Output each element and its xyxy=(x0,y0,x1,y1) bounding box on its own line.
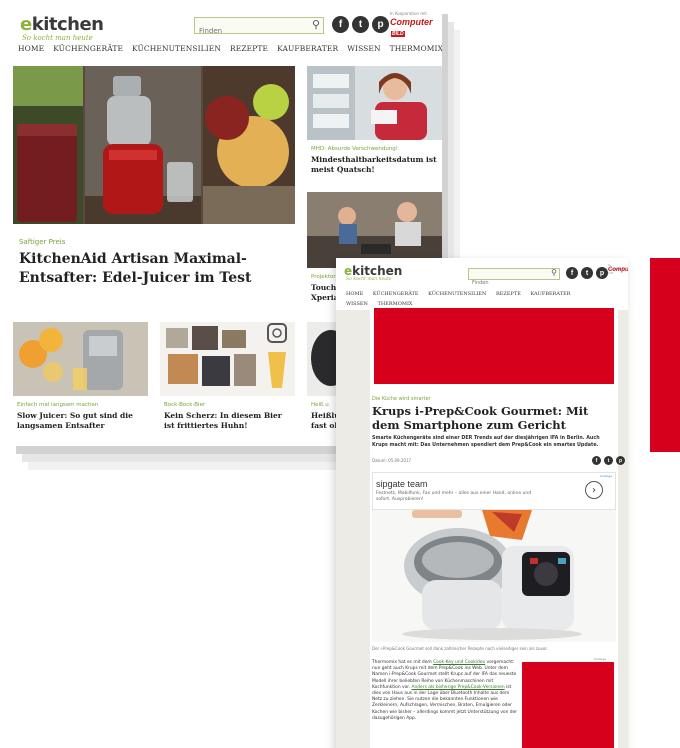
main-nav: HOME KÜCHENGERÄTE KÜCHENUTENSILIEN REZEP… xyxy=(18,44,442,53)
site-tagline: So kocht man heute xyxy=(22,34,93,42)
nav-item-thermomix[interactable]: THERMOMIX xyxy=(390,44,442,53)
article-image xyxy=(372,510,616,642)
hero-title[interactable]: KitchenAid Artisan Maximal-Entsafter: Ed… xyxy=(19,250,289,288)
nav-item-home[interactable]: HOME xyxy=(18,44,44,53)
bottom-card-title[interactable]: Kein Scherz: In diesem Bier ist frittier… xyxy=(164,411,292,431)
nav-item-kaufberater[interactable]: KAUFBERATER xyxy=(531,291,571,297)
side-card-kicker: Projektor xyxy=(311,274,336,280)
sipgate-ad[interactable]: Anzeige sipgate team Festnetz, Mobilfunk… xyxy=(372,472,616,510)
hero-card[interactable]: Saftiger Preis KitchenAid Artisan Maxima… xyxy=(13,66,295,316)
bottom-card-slow-juicer[interactable]: Einfach mal langsam machen Slow Juicer: … xyxy=(13,322,148,440)
nav-item-rezepte[interactable]: REZEPTE xyxy=(496,291,521,297)
side-card-image xyxy=(307,192,442,268)
article-title: Krups i-Prep&Cook Gourmet: Mit dem Smart… xyxy=(372,404,589,432)
redacted-ad xyxy=(522,662,614,748)
pinterest-icon[interactable]: p xyxy=(372,16,389,33)
site-logo[interactable]: ekitchen xyxy=(344,264,402,278)
side-card-mhd[interactable]: MHD: Absurde Verschwendung! Mindesthaltb… xyxy=(307,66,442,180)
article-kicker: Die Küche wird smarter xyxy=(372,396,431,402)
bottom-card-kicker: Einfach mal langsam machen xyxy=(17,402,99,408)
nav-item-wissen[interactable]: WISSEN xyxy=(346,301,368,307)
facebook-icon[interactable]: f xyxy=(332,16,349,33)
redacted-banner xyxy=(374,308,614,384)
image-caption: Der i-Prep&Cook Gourmet soll dank zahlre… xyxy=(372,646,548,651)
body-link-prepcook[interactable]: Anders als bisherige Prep&Cook-Versionen xyxy=(411,685,504,690)
side-card-image xyxy=(307,66,442,140)
ad-badge: Anzeige xyxy=(600,474,612,478)
prep-cook-photo xyxy=(372,510,616,642)
nav-item-kaufberater[interactable]: KAUFBERATER xyxy=(277,44,338,53)
nav-item-home[interactable]: HOME xyxy=(346,291,363,297)
ad-title: sipgate team xyxy=(376,479,428,489)
nav-item-kuechenutensilien[interactable]: KÜCHENUTENSILIEN xyxy=(428,291,486,297)
side-card-kicker: MHD: Absurde Verschwendung! xyxy=(311,146,398,152)
kitchen-kids-photo xyxy=(307,192,442,268)
partner-logo[interactable]: ComputerBILD xyxy=(390,17,442,37)
nav-item-kuechenutensilien[interactable]: KÜCHENUTENSILIEN xyxy=(132,44,221,53)
oranges-juicer-photo xyxy=(13,322,148,396)
article-screenshot: ekitchen So kocht man heute ⚲ f t p In K… xyxy=(336,258,628,748)
nav-item-kuechengeraete[interactable]: KÜCHENGERÄTE xyxy=(53,44,123,53)
nav-item-thermomix[interactable]: THERMOMIX xyxy=(378,301,413,307)
chevron-right-icon[interactable]: › xyxy=(585,481,603,499)
fridge-photo xyxy=(307,66,442,140)
site-header: ekitchen So kocht man heute ⚲ f t p In K… xyxy=(10,6,442,64)
bottom-card-title[interactable]: Slow Juicer: So gut sind die langsamen E… xyxy=(17,411,145,431)
search-icon[interactable]: ⚲ xyxy=(312,18,320,31)
nav-item-wissen[interactable]: WISSEN xyxy=(347,44,380,53)
pinterest-icon[interactable]: p xyxy=(596,267,608,279)
bottom-card-image xyxy=(160,322,295,396)
facebook-icon[interactable]: f xyxy=(566,267,578,279)
hero-image xyxy=(13,66,295,224)
bottom-card-image xyxy=(13,322,148,396)
search-input[interactable] xyxy=(469,278,545,288)
search-box: ⚲ xyxy=(468,268,560,288)
bottom-card-kicker: Heiß u xyxy=(311,402,329,408)
twitter-icon[interactable]: t xyxy=(604,456,613,465)
side-card-title[interactable]: Mindesthaltbarkeitsdatum ist meist Quats… xyxy=(311,155,439,175)
twitter-icon[interactable]: t xyxy=(352,16,369,33)
article-subtitle: Smarte Küchengeräte sind einer DER Trend… xyxy=(372,436,600,448)
article-body: Thermomix hat es mit dem Cook-Key und Co… xyxy=(372,660,518,721)
twitter-icon[interactable]: t xyxy=(581,267,593,279)
coop-label: In Kooperation mit xyxy=(390,11,427,16)
nav-item-rezepte[interactable]: REZEPTE xyxy=(230,44,268,53)
body-link-cookidoo[interactable]: Cook-Key und Cookidoo xyxy=(433,660,485,665)
site-tagline: So kocht man heute xyxy=(346,277,392,282)
social-links: f t p xyxy=(566,267,608,279)
search-input[interactable] xyxy=(195,23,303,39)
juicer-photo xyxy=(13,66,295,224)
site-logo[interactable]: ekitchen xyxy=(20,14,104,35)
beer-collage-photo xyxy=(160,322,295,396)
article-date: Datum: 05.09.2017 xyxy=(372,458,412,463)
pinterest-icon[interactable]: p xyxy=(616,456,625,465)
bottom-card-bier[interactable]: Bock-Bock-Bier Kein Scherz: In diesem Bi… xyxy=(160,322,295,440)
search-icon[interactable]: ⚲ xyxy=(551,268,557,277)
social-links: f t p xyxy=(332,16,389,33)
partner-logo[interactable]: Computer xyxy=(608,267,628,273)
facebook-icon[interactable]: f xyxy=(592,456,601,465)
redacted-area xyxy=(650,258,680,452)
article-share-links: f t p xyxy=(592,456,625,465)
ad-label: Anzeige xyxy=(594,657,606,661)
main-nav: HOME KÜCHENGERÄTE KÜCHENUTENSILIEN REZEP… xyxy=(346,289,606,309)
bottom-card-kicker: Bock-Bock-Bier xyxy=(164,402,206,408)
ad-description: Festnetz, Mobilfunk, Fax und mehr – alle… xyxy=(376,491,532,502)
search-box: ⚲ xyxy=(194,17,324,39)
nav-item-kuechengeraete[interactable]: KÜCHENGERÄTE xyxy=(373,291,419,297)
hero-kicker: Saftiger Preis xyxy=(19,238,66,246)
